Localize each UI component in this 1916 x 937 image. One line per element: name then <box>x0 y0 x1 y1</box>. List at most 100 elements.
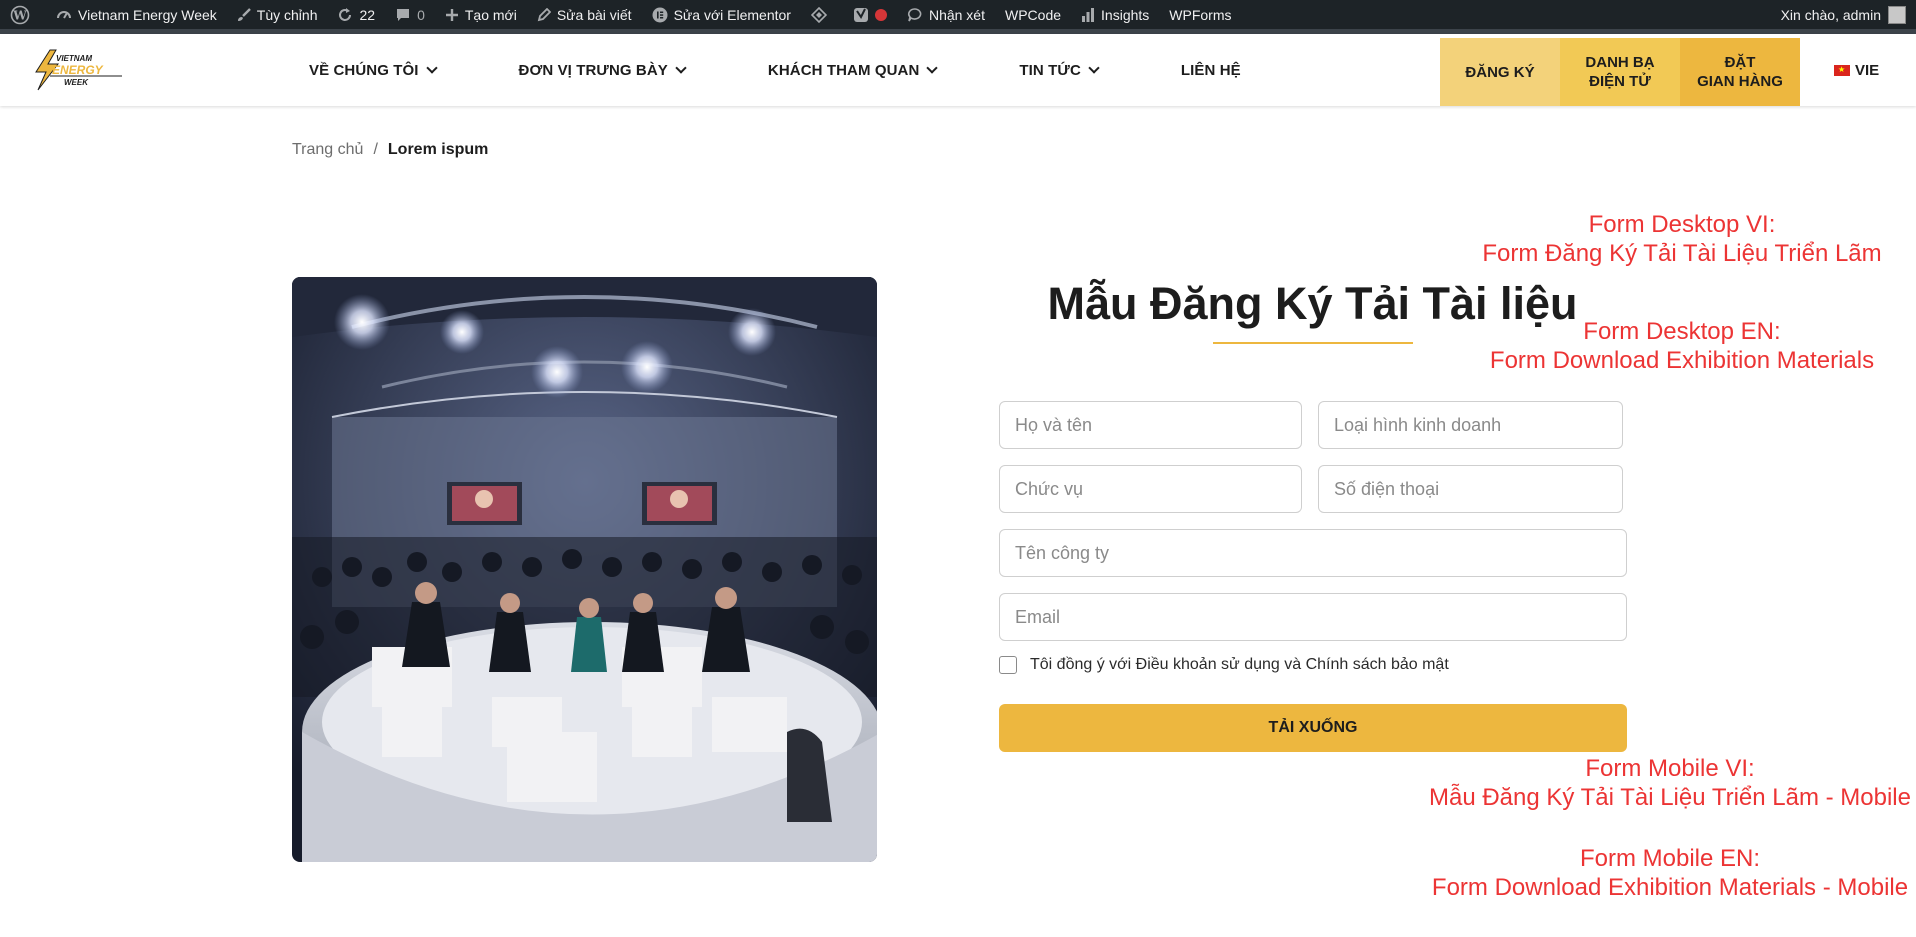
chevron-down-icon <box>926 62 939 74</box>
download-button[interactable]: TẢI XUỐNG <box>999 704 1627 752</box>
event-panel-photo <box>292 277 877 862</box>
dashboard-gauge-icon <box>57 10 71 19</box>
full-name-field[interactable] <box>999 401 1302 449</box>
bar-chart-icon <box>1082 7 1095 22</box>
nav-news-label: TIN TỨC <box>1019 61 1081 79</box>
breadcrumb-separator: / <box>373 141 378 158</box>
comments-link[interactable]: 0 <box>385 0 435 29</box>
chevron-down-icon <box>1088 62 1100 74</box>
nav-visitors-label: KHÁCH THAM QUAN <box>767 61 920 79</box>
nav-news[interactable]: TIN TỨC <box>1019 34 1100 106</box>
language-switcher[interactable]: VIE <box>1834 34 1879 106</box>
wpforms-link[interactable]: WPForms <box>1159 0 1241 29</box>
site-header: VIETNAM ENERGY WEEK VỀ CHÚNG TÔI ĐƠN VỊ … <box>0 34 1916 106</box>
diamond-icon <box>810 6 827 23</box>
edit-post-label: Sửa bài viết <box>556 6 632 23</box>
main-navigation: VỀ CHÚNG TÔI ĐƠN VỊ TRƯNG BÀY KHÁCH THAM… <box>309 34 1324 106</box>
logo-line-3: WEEK <box>64 78 89 87</box>
edit-post-link[interactable]: Sửa bài viết <box>527 0 642 29</box>
customize-label: Tùy chỉnh <box>256 6 318 23</box>
annotation-desktop-vi: Form Desktop VI: Form Đăng Ký Tải Tài Li… <box>1420 210 1916 268</box>
refresh-icon <box>339 7 352 21</box>
elementor-icon <box>652 7 668 22</box>
insights-label: Insights <box>1101 6 1150 23</box>
e-directory-button[interactable]: DANH BẠ ĐIỆN TỬ <box>1560 38 1680 106</box>
wp-admin-bar: W Vietnam Energy Week Tùy chỉnh 22 0 Tạo… <box>0 0 1916 29</box>
logo-line-2: ENERGY <box>52 63 104 77</box>
nav-about-us[interactable]: VỀ CHÚNG TÔI <box>309 34 438 106</box>
nav-exhibitors-label: ĐƠN VỊ TRƯNG BÀY <box>518 61 668 79</box>
edit-with-elementor-link[interactable]: Sửa với Elementor <box>642 0 801 29</box>
chevron-down-icon <box>675 62 687 74</box>
terms-consent-checkbox[interactable] <box>999 656 1017 674</box>
annotation-mobile-en: Form Mobile EN: Form Download Exhibition… <box>1400 844 1916 902</box>
wordpress-icon: W <box>10 5 30 24</box>
annotation-desktop-en-line-2: Form Download Exhibition Materials <box>1489 347 1875 374</box>
customize-link[interactable]: Tùy chỉnh <box>227 0 328 29</box>
book-booth-label-line-1: ĐẶT <box>1724 54 1756 71</box>
nav-contact[interactable]: LIÊN HỆ <box>1181 34 1241 106</box>
plus-icon <box>445 8 458 21</box>
wpforms-label: WPForms <box>1169 6 1232 23</box>
paintbrush-icon <box>237 7 251 21</box>
register-button[interactable]: ĐĂNG KÝ <box>1440 38 1560 106</box>
avatar <box>1888 5 1906 24</box>
annotation-desktop-en-line-1: Form Desktop EN: <box>1583 318 1781 345</box>
e-directory-label-line-2: ĐIỆN TỬ <box>1589 73 1651 90</box>
insights-link[interactable]: Insights <box>1071 0 1159 29</box>
title-underline <box>1213 342 1413 344</box>
speech-bubble-icon <box>907 7 922 21</box>
yoast-icon <box>853 7 868 22</box>
annotation-mobile-vi-line-2: Mẫu Đăng Ký Tải Tài Liệu Triển Lãm - Mob… <box>1428 784 1911 811</box>
svg-text:W: W <box>12 8 27 22</box>
register-button-label: ĐĂNG KÝ <box>1465 63 1535 81</box>
business-type-field[interactable] <box>1318 401 1623 449</box>
annotation-mobile-en-line-1: Form Mobile EN: <box>1579 845 1761 872</box>
annotation-mobile-vi-line-1: Form Mobile VI: <box>1585 755 1755 782</box>
annotation-desktop-vi-line-1: Form Desktop VI: <box>1588 211 1776 238</box>
phone-field[interactable] <box>1318 465 1623 513</box>
terms-consent-label: Tôi đồng ý với Điều khoản sử dụng và Chí… <box>1030 656 1449 673</box>
company-name-field[interactable] <box>999 529 1627 577</box>
nav-about-us-label: VỀ CHÚNG TÔI <box>309 61 419 79</box>
nav-exhibitors[interactable]: ĐƠN VỊ TRƯNG BÀY <box>518 34 687 106</box>
annotation-desktop-en: Form Desktop EN: Form Download Exhibitio… <box>1420 317 1916 375</box>
feedback-comments-label: Nhận xét <box>928 6 985 23</box>
wpcode-link[interactable]: WPCode <box>995 0 1071 29</box>
breadcrumb-home-link[interactable]: Trang chủ <box>292 141 363 159</box>
wordpress-logo-button[interactable]: W <box>0 0 46 29</box>
pencil-icon <box>537 7 551 21</box>
nav-contact-label: LIÊN HỆ <box>1180 61 1241 79</box>
feedback-comments-link[interactable]: Nhận xét <box>897 0 995 29</box>
diamond-plugin-button[interactable] <box>801 0 843 29</box>
vietnam-energy-week-logo[interactable]: VIETNAM ENERGY WEEK <box>30 48 126 92</box>
chevron-down-icon <box>425 62 438 74</box>
annotation-mobile-vi: Form Mobile VI: Mẫu Đăng Ký Tải Tài Liệu… <box>1400 754 1916 812</box>
site-name-link[interactable]: Vietnam Energy Week <box>46 0 227 29</box>
new-content-link[interactable]: Tạo mới <box>435 0 527 29</box>
annotation-desktop-vi-line-2: Form Đăng Ký Tải Tài Liệu Triển Lãm <box>1482 240 1882 267</box>
yoast-seo-button[interactable] <box>843 0 897 29</box>
updates-count: 22 <box>359 6 376 23</box>
annotation-mobile-en-line-2: Form Download Exhibition Materials - Mob… <box>1431 874 1909 901</box>
new-content-label: Tạo mới <box>464 6 517 23</box>
book-booth-label-line-2: GIAN HÀNG <box>1697 73 1783 90</box>
comment-bubble-icon <box>397 8 410 21</box>
comments-count: 0 <box>417 6 425 23</box>
breadcrumb: Trang chủ / Lorem ispum <box>292 141 488 159</box>
vietnam-flag-icon <box>1834 64 1850 76</box>
position-field[interactable] <box>999 465 1302 513</box>
email-field[interactable] <box>999 593 1627 641</box>
updates-link[interactable]: 22 <box>327 0 385 29</box>
book-booth-button[interactable]: ĐẶT GIAN HÀNG <box>1680 38 1800 106</box>
seo-status-dot <box>874 8 887 21</box>
e-directory-label-line-1: DANH BẠ <box>1585 54 1655 71</box>
wpcode-label: WPCode <box>1005 6 1062 23</box>
nav-visitors[interactable]: KHÁCH THAM QUAN <box>767 34 939 106</box>
site-name-label: Vietnam Energy Week <box>78 6 217 23</box>
breadcrumb-current: Lorem ispum <box>387 141 489 158</box>
edit-with-elementor-label: Sửa với Elementor <box>673 6 791 23</box>
my-account-link[interactable]: Xin chào, admin <box>1771 0 1916 29</box>
language-label: VIE <box>1855 61 1880 79</box>
greeting-label: Xin chào, admin <box>1780 6 1881 23</box>
